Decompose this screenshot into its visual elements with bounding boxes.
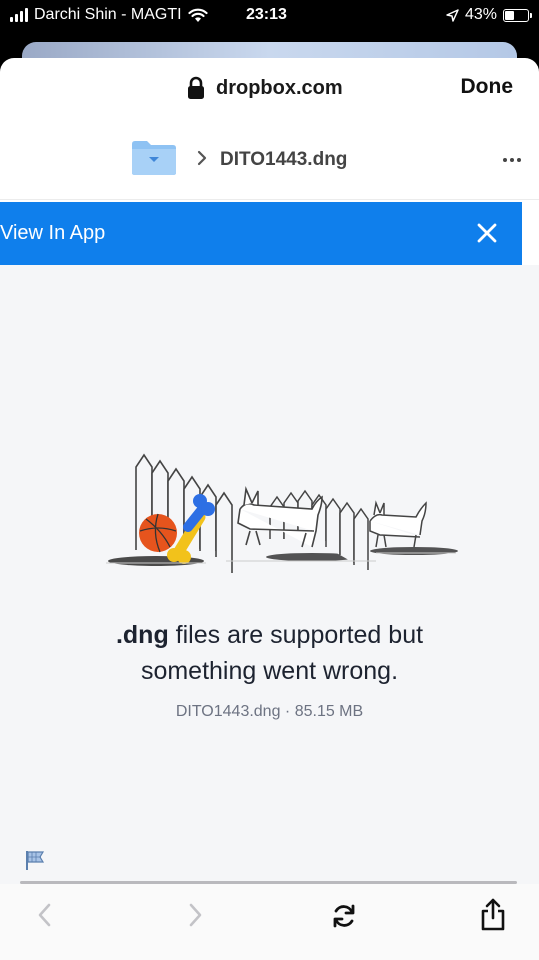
battery-level [505,10,514,20]
view-in-app-label[interactable]: View In App [0,222,105,245]
status-left: Darchi Shin - MAGTI [10,6,208,24]
file-extension: .dng [115,621,169,649]
browser-sheet: dropbox.com Done DITO1443.dng View In Ap… [0,58,539,960]
more-options-icon[interactable] [503,158,521,162]
wifi-icon [187,8,208,22]
flag-icon[interactable] [24,849,46,871]
close-icon[interactable] [476,222,498,244]
carrier-label: Darchi Shin - MAGTI [34,6,182,23]
file-name: DITO1443.dng [220,149,348,170]
preview-area: .dng files are supported but something w… [0,265,539,889]
folder-icon[interactable] [130,140,178,176]
browser-header: dropbox.com Done [0,58,539,120]
breadcrumb: DITO1443.dng [0,120,539,200]
lock-icon [188,76,204,99]
share-icon[interactable] [480,898,506,932]
url-text: dropbox.com [216,76,343,99]
location-arrow-icon [446,8,459,22]
chevron-right-icon [197,150,207,166]
battery-percent: 43% [464,6,497,23]
clock: 23:13 [246,6,287,23]
forward-icon[interactable] [184,902,206,928]
view-in-app-banner[interactable]: View In App [0,202,522,265]
dog-fence-illustration [106,453,458,573]
signal-icon [10,8,28,22]
reload-icon[interactable] [330,902,358,930]
browser-toolbar [0,884,539,960]
error-message-line1: files are supported but [168,621,424,649]
done-button[interactable]: Done [461,75,514,99]
back-icon[interactable] [34,902,56,928]
status-right: 43% [446,6,532,24]
battery-icon [503,8,532,22]
status-bar: Darchi Shin - MAGTI 23:13 43% [0,0,539,34]
error-message: .dng files are supported but something w… [0,617,539,689]
error-message-line2: something went wrong. [140,657,399,685]
file-meta: DITO1443.dng · 85.15 MB [175,703,364,720]
url-bar[interactable]: dropbox.com [186,76,343,100]
